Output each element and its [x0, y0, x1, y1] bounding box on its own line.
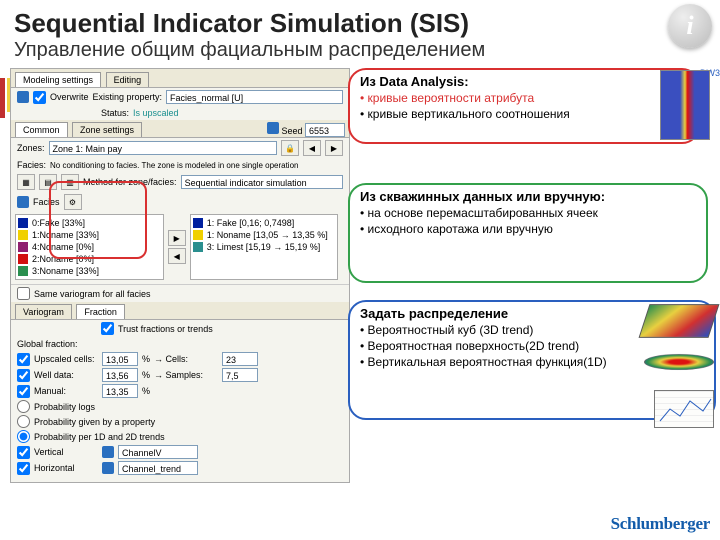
annotation-bullet: • Вероятностная поверхность(2D trend) — [360, 337, 704, 353]
panel-tabs: Modeling settings Editing — [11, 69, 349, 88]
samples-field[interactable]: 7,5 — [222, 368, 258, 382]
swatch-icon — [193, 230, 203, 240]
cells-field[interactable]: 23 — [222, 352, 258, 366]
seed-label: Seed — [281, 126, 302, 136]
chart-1d-icon — [654, 390, 714, 428]
next-icon[interactable]: ▶ — [325, 140, 343, 156]
facies-tab-label: Facies: — [17, 160, 46, 170]
samples-label: → Samples: — [154, 370, 218, 380]
zones-label: Zones: — [17, 143, 45, 153]
channeltrend-field[interactable]: Channel_trend — [118, 461, 198, 475]
seed-icon[interactable] — [267, 122, 279, 134]
facies-highlight-frame — [49, 181, 147, 259]
trust-checkbox[interactable] — [101, 322, 114, 335]
welldata-label: Well data: — [34, 370, 98, 380]
existing-property-field[interactable]: Facies_normal [U] — [166, 90, 343, 104]
well-bar-icon — [0, 78, 5, 118]
manual-field[interactable]: 13,35 — [102, 384, 138, 398]
method-field[interactable]: Sequential indicator simulation — [181, 175, 343, 189]
horizontal-label: Horizontal — [34, 463, 98, 473]
overwrite-label: Overwrite — [50, 92, 89, 102]
prev-icon[interactable]: ◀ — [303, 140, 321, 156]
tab-editing[interactable]: Editing — [106, 72, 150, 87]
upscaled-label: Upscaled cells: — [34, 354, 98, 364]
channelv-field[interactable]: ChannelV — [118, 445, 198, 459]
annotation-well-data: Из скважинных данных или вручную: • на о… — [348, 183, 708, 283]
modeling-panel: Modeling settings Editing Overwrite Exis… — [10, 68, 350, 483]
swatch-icon — [18, 266, 28, 276]
welldata-checkbox[interactable] — [17, 369, 30, 382]
manual-checkbox[interactable] — [17, 385, 30, 398]
same-variogram-checkbox[interactable] — [17, 287, 30, 300]
page-subtitle: Управление общим фациальным распределени… — [0, 39, 720, 68]
move-right-icon[interactable]: ▶ — [168, 230, 186, 246]
upscaled-checkbox[interactable] — [17, 353, 30, 366]
prop-icon — [102, 462, 114, 474]
surface-2d-icon — [644, 354, 714, 370]
tab-fraction[interactable]: Fraction — [76, 304, 125, 319]
swatch-icon — [193, 242, 203, 252]
swatch-icon — [18, 242, 28, 252]
swatch-icon — [18, 254, 28, 264]
annotation-bullet: • исходного каротажа или вручную — [360, 220, 696, 236]
annotation-bullet: • кривые вероятности атрибута — [360, 89, 688, 105]
tab-common[interactable]: Common — [15, 122, 68, 137]
trust-label: Trust fractions or trends — [118, 324, 213, 334]
welldata-field[interactable]: 13,56 — [102, 368, 138, 382]
vertical-checkbox[interactable] — [17, 446, 30, 459]
radio-prob-property-label: Probability given by a property — [34, 417, 155, 427]
cells-label: → Cells: — [154, 354, 218, 364]
cube-3d-icon — [639, 304, 720, 338]
info-icon: i — [668, 4, 712, 48]
radio-prob-property[interactable] — [17, 415, 30, 428]
radio-prob-logs-label: Probability logs — [34, 402, 95, 412]
manual-label: Manual: — [34, 386, 98, 396]
tab-zone-settings[interactable]: Zone settings — [72, 122, 142, 137]
global-fraction-label: Global fraction: — [17, 339, 78, 349]
prop-icon — [102, 446, 114, 458]
annotation-bullet: • на основе перемасштабированных ячеек — [360, 204, 696, 220]
move-left-icon[interactable]: ◀ — [168, 248, 186, 264]
swatch-icon — [193, 218, 203, 228]
list-item[interactable]: 1: Noname [13,05 → 13,35 %] — [193, 229, 336, 241]
list-item[interactable]: 3: Limest [15,19 → 15,19 %] — [193, 241, 336, 253]
swatch-icon — [18, 218, 28, 228]
zones-field[interactable]: Zone 1: Main pay — [49, 141, 277, 155]
lock-icon[interactable]: 🔒 — [281, 140, 299, 156]
radio-prob-1d2d-label: Probability per 1D and 2D trends — [34, 432, 165, 442]
list-item[interactable]: 3:Noname [33%] — [18, 265, 161, 277]
vertical-label: Vertical — [34, 447, 98, 457]
tab-modeling-settings[interactable]: Modeling settings — [15, 72, 101, 87]
arrow-icon[interactable] — [17, 91, 29, 103]
tool-icon-1[interactable]: ▦ — [17, 174, 35, 190]
radio-prob-1d2d[interactable] — [17, 430, 30, 443]
tab-variogram[interactable]: Variogram — [15, 304, 72, 319]
annotation-head: Из скважинных данных или вручную: — [360, 189, 696, 204]
annotation-data-analysis: Из Data Analysis: • кривые вероятности а… — [348, 68, 700, 144]
upscaled-field[interactable]: 13,05 — [102, 352, 138, 366]
annotation-bullet: • кривые вертикального соотношения — [360, 105, 688, 121]
overwrite-checkbox[interactable] — [33, 91, 46, 104]
existing-property-label: Existing property: — [93, 92, 163, 102]
vertical-proportion-thumbnail — [660, 70, 710, 140]
facies-list-right[interactable]: 1: Fake [0,16; 0,7498] 1: Noname [13,05 … — [190, 214, 339, 280]
status-label: Status: — [101, 108, 129, 118]
seed-field[interactable]: 6553 — [305, 123, 345, 137]
same-variogram-label: Same variogram for all facies — [34, 289, 151, 299]
status-value: Is upscaled — [133, 108, 179, 118]
horizontal-checkbox[interactable] — [17, 462, 30, 475]
annotation-head: Из Data Analysis: — [360, 74, 688, 89]
facies-section-icon — [17, 196, 29, 208]
facies-msg: No conditioning to facies. The zone is m… — [50, 161, 298, 170]
footer-logo: Schlumberger — [611, 514, 710, 534]
radio-prob-logs[interactable] — [17, 400, 30, 413]
list-item[interactable]: 1: Fake [0,16; 0,7498] — [193, 217, 336, 229]
swatch-icon — [18, 230, 28, 240]
page-title: Sequential Indicator Simulation (SIS) — [0, 0, 720, 39]
